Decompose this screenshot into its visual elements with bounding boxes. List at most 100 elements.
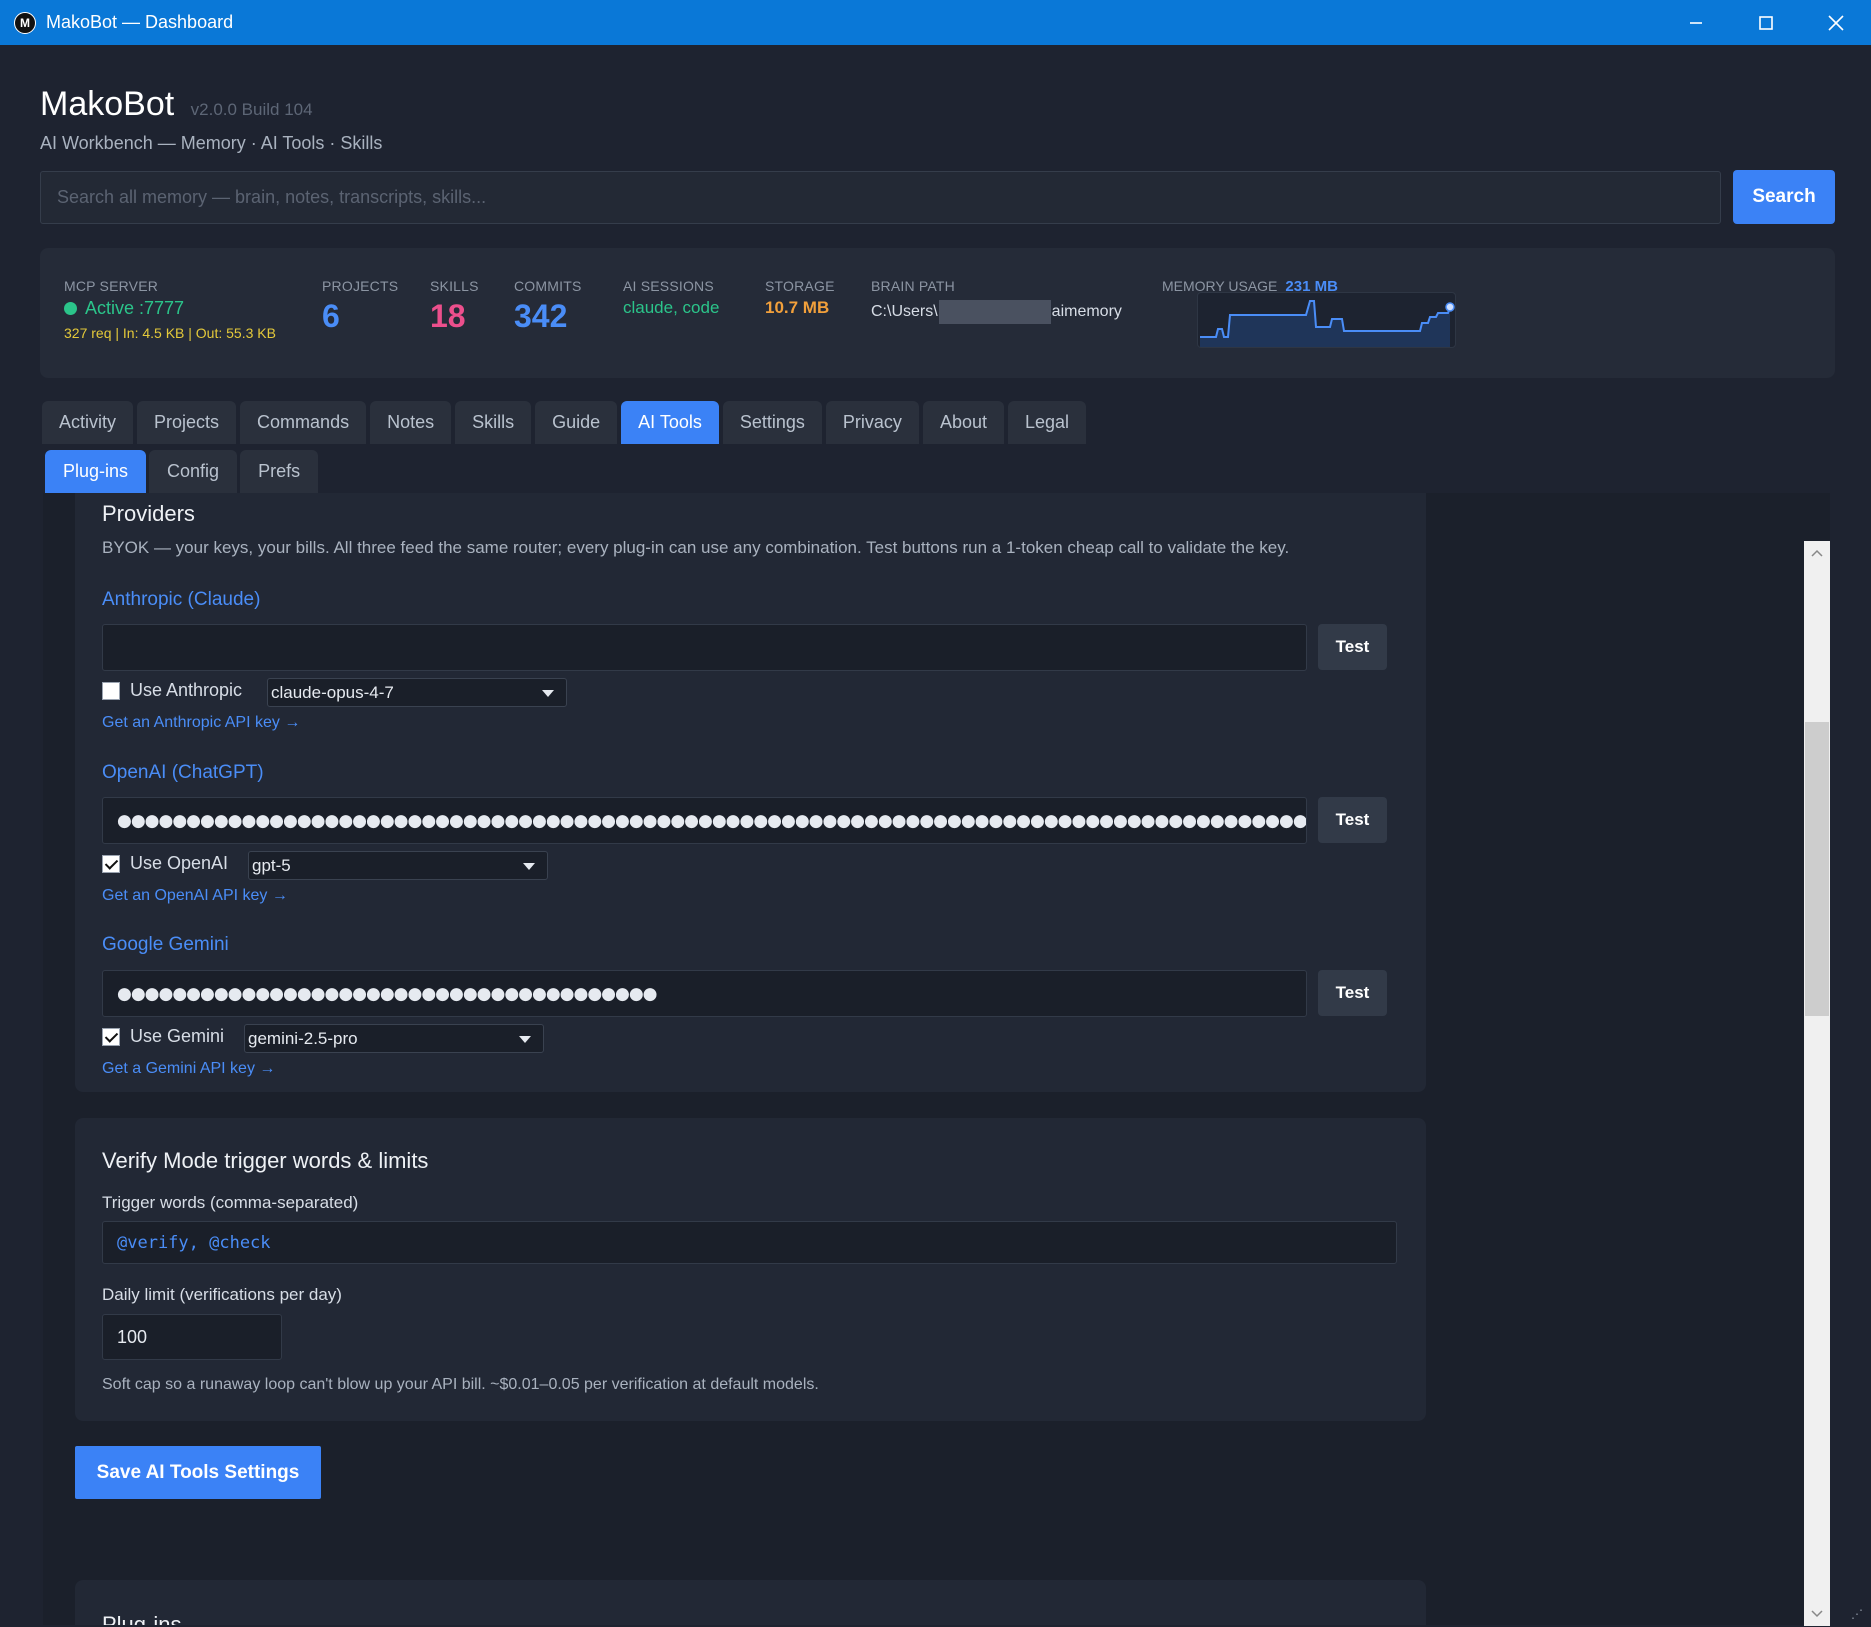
mcp-server-stat: MCP SERVER Active :7777 327 req | In: 4.… — [64, 278, 276, 341]
app-header: MakoBot v2.0.0 Build 104 — [40, 85, 313, 124]
skills-label: SKILLS — [430, 278, 479, 294]
brain-path-label: BRAIN PATH — [871, 278, 955, 294]
storage-stat: STORAGE 10.7 MB — [765, 278, 835, 318]
gemini-model-value: gemini-2.5-pro — [248, 1028, 358, 1048]
memory-sparkline-chart — [1200, 300, 1455, 347]
scroll-down-button[interactable] — [1804, 1604, 1830, 1624]
subtab-plug-ins[interactable]: Plug-ins — [45, 450, 147, 493]
minimize-button[interactable] — [1661, 0, 1731, 45]
use-openai-label: Use OpenAI — [130, 853, 229, 873]
version-label: v2.0.0 Build 104 — [190, 100, 313, 119]
tab-notes[interactable]: Notes — [370, 401, 452, 444]
providers-description: BYOK — your keys, your bills. All three … — [102, 538, 1290, 557]
use-openai-row: Use OpenAI — [102, 853, 228, 874]
skills-stat: SKILLS 18 — [430, 278, 479, 335]
openai-key-input[interactable]: ●●●●●●●●●●●●●●●●●●●●●●●●●●●●●●●●●●●●●●●●… — [102, 797, 1307, 844]
plugins-title: Plug-ins — [102, 1612, 182, 1625]
tab-guide[interactable]: Guide — [535, 401, 618, 444]
anthropic-test-button[interactable]: Test — [1318, 624, 1387, 670]
anthropic-title: Anthropic (Claude) — [102, 589, 261, 610]
tab-ai-tools[interactable]: AI Tools — [621, 401, 719, 444]
anthropic-model-value: claude-opus-4-7 — [271, 682, 394, 702]
tab-skills[interactable]: Skills — [455, 401, 532, 444]
search-input[interactable] — [40, 171, 1721, 224]
redacted-block — [938, 300, 1051, 324]
chevron-down-icon — [519, 1036, 531, 1043]
ai-sessions-value: claude, code — [623, 298, 720, 317]
projects-stat: PROJECTS 6 — [322, 278, 398, 335]
memory-sparkline — [1197, 292, 1456, 348]
scroll-up-button[interactable] — [1804, 543, 1830, 563]
tab-legal[interactable]: Legal — [1007, 401, 1087, 444]
trigger-words-input[interactable]: @verify, @check — [102, 1221, 1397, 1264]
sparkline-endpoint — [1445, 302, 1455, 312]
sparkline-area — [1200, 301, 1450, 347]
projects-label: PROJECTS — [322, 278, 399, 294]
scrollbar-thumb[interactable] — [1805, 722, 1829, 1016]
window-controls — [1661, 0, 1871, 45]
anthropic-key-input[interactable] — [102, 624, 1307, 671]
providers-card: Providers BYOK — your keys, your bills. … — [75, 493, 1426, 1092]
subtab-prefs[interactable]: Prefs — [240, 450, 319, 493]
close-icon — [1828, 14, 1844, 31]
app-icon: M — [14, 11, 36, 34]
daily-limit-label: Daily limit (verifications per day) — [102, 1285, 342, 1304]
openai-test-button[interactable]: Test — [1318, 797, 1387, 843]
mcp-status-text: Active :7777 — [85, 298, 185, 318]
anthropic-model-select[interactable]: claude-opus-4-7 — [267, 678, 567, 707]
gemini-api-key-link[interactable]: Get a Gemini API key → — [102, 1060, 275, 1078]
use-anthropic-label: Use Anthropic — [130, 680, 243, 700]
tab-commands[interactable]: Commands — [240, 401, 367, 444]
storage-label: STORAGE — [765, 278, 835, 294]
skills-count: 18 — [430, 298, 466, 334]
brain-path-value: C:\Users\ aimemory — [871, 300, 1122, 324]
close-button[interactable] — [1801, 0, 1871, 45]
daily-limit-hint: Soft cap so a runaway loop can't blow up… — [102, 1376, 819, 1393]
openai-api-key-link[interactable]: Get an OpenAI API key → — [102, 887, 288, 905]
openai-title: OpenAI (ChatGPT) — [102, 762, 264, 783]
tab-settings[interactable]: Settings — [722, 401, 822, 444]
save-ai-tools-button[interactable]: Save AI Tools Settings — [75, 1446, 321, 1499]
subtab-config[interactable]: Config — [149, 450, 238, 493]
stats-panel: MCP SERVER Active :7777 327 req | In: 4.… — [40, 248, 1835, 378]
main-frame: MakoBot v2.0.0 Build 104 AI Workbench — … — [2, 45, 1869, 1626]
use-gemini-checkbox[interactable] — [102, 1027, 120, 1046]
commits-label: COMMITS — [514, 278, 582, 294]
tab-privacy[interactable]: Privacy — [825, 401, 919, 444]
search-button[interactable]: Search — [1733, 170, 1835, 224]
verify-mode-title: Verify Mode trigger words & limits — [102, 1148, 429, 1173]
mcp-label: MCP SERVER — [64, 278, 159, 294]
ai-sessions-stat: AI SESSIONS claude, code — [623, 278, 719, 318]
anthropic-api-key-link[interactable]: Get an Anthropic API key → — [102, 714, 300, 732]
use-anthropic-row: Use Anthropic — [102, 680, 242, 701]
gemini-key-input[interactable]: ●●●●●●●●●●●●●●●●●●●●●●●●●●●●●●●●●●●●●●● — [102, 970, 1307, 1017]
daily-limit-input[interactable]: 100 — [102, 1314, 282, 1360]
openai-model-select[interactable]: gpt-5 — [248, 851, 548, 880]
resize-grip-icon[interactable]: ⋰ — [1851, 1607, 1863, 1621]
mcp-status: Active :7777 — [64, 298, 276, 319]
status-dot-icon — [64, 302, 77, 315]
gemini-test-button[interactable]: Test — [1318, 970, 1387, 1016]
maximize-button[interactable] — [1731, 0, 1801, 45]
providers-title: Providers — [102, 501, 195, 526]
ai-sessions-label: AI SESSIONS — [623, 278, 714, 294]
tagline: AI Workbench — Memory · AI Tools · Skill… — [40, 133, 383, 153]
ai-tools-scroll-area[interactable]: Providers BYOK — your keys, your bills. … — [43, 493, 1830, 1625]
gemini-title: Google Gemini — [102, 934, 229, 955]
tab-about[interactable]: About — [922, 401, 1004, 444]
projects-count: 6 — [322, 298, 340, 334]
storage-value: 10.7 MB — [765, 298, 830, 317]
window-title: MakoBot — Dashboard — [46, 12, 234, 32]
use-anthropic-checkbox[interactable] — [102, 681, 120, 700]
trigger-words-label: Trigger words (comma-separated) — [102, 1193, 359, 1212]
vertical-scrollbar[interactable] — [1804, 541, 1830, 1626]
use-openai-checkbox[interactable] — [102, 854, 120, 873]
sub-tabs: Plug-ins Config Prefs — [45, 450, 321, 493]
tab-projects[interactable]: Projects — [137, 401, 237, 444]
commits-count: 342 — [514, 298, 568, 334]
brain-path-suffix: aimemory — [1051, 303, 1122, 320]
gemini-model-select[interactable]: gemini-2.5-pro — [244, 1024, 544, 1053]
tab-activity[interactable]: Activity — [42, 401, 134, 444]
app-name: MakoBot — [40, 85, 175, 123]
chevron-up-icon — [1811, 549, 1823, 557]
